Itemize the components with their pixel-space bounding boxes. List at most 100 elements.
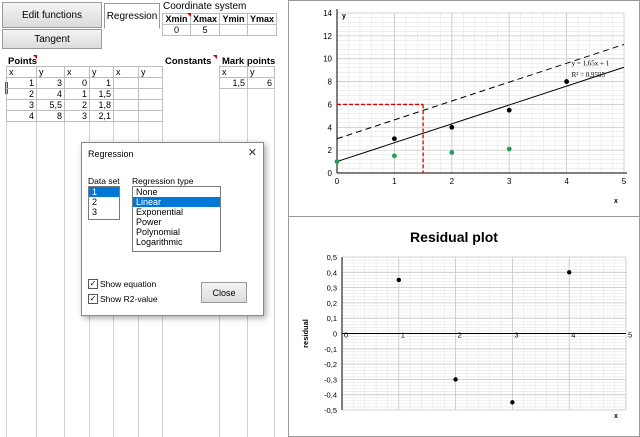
table-row: 4 8 3 2,1 — [6, 110, 163, 122]
main-chart: 141210864200 1 2 3 4 5xyy = 1,65x + 1R² = 0,9… — [323, 9, 627, 205]
col-header: y — [89, 66, 114, 78]
ymax-value[interactable] — [247, 24, 278, 36]
cell[interactable]: 2,1 — [89, 110, 114, 122]
x-tick-label: 5 — [628, 331, 632, 340]
xmax-header: Xmax — [189, 13, 221, 25]
data-set-list[interactable]: 1 2 3 — [88, 186, 120, 220]
residual-chart: Residual plot 0,5 0,4 0,3 0,2 0,1 0 -0,1 -0,2 -0,… — [301, 229, 632, 420]
cell[interactable]: 1 — [6, 77, 37, 89]
cell[interactable] — [113, 88, 139, 100]
cell[interactable]: 4 — [36, 88, 65, 100]
list-item[interactable]: Linear — [133, 197, 220, 207]
show-r2-checkbox[interactable]: ✓ — [88, 294, 98, 304]
list-item[interactable]: 2 — [89, 197, 119, 207]
ymin-header: Ymin — [219, 13, 249, 25]
y-tick-label: -0,5 — [324, 406, 337, 415]
cell[interactable] — [138, 88, 163, 100]
coordinate-system-table: Xmin Xmax Ymin Ymax 0 5 — [162, 13, 278, 36]
list-item[interactable]: Exponential — [133, 207, 220, 217]
points-table: x y x y x y 1 3 0 1 2 4 1 1,5 3 5,5 2 1,… — [6, 66, 163, 122]
regression-type-list[interactable]: None Linear Exponential Power Polynomial… — [132, 186, 221, 252]
show-equation-label: Show equation — [100, 279, 157, 289]
cell[interactable] — [138, 77, 163, 89]
cell[interactable]: 1 — [64, 88, 90, 100]
cell[interactable]: 3 — [6, 99, 37, 111]
mark-points-table: x y 1,5 6 — [219, 66, 275, 89]
cell[interactable]: 6 — [247, 77, 275, 89]
x-tick-label: 4 — [564, 177, 569, 186]
y-tick-label: 0,3 — [327, 284, 337, 293]
residual-chart-panel: Residual plot 0,5 0,4 0,3 0,2 0,1 0 -0,1 -0,2 -0,… — [288, 216, 640, 437]
points-comment-marker — [33, 55, 37, 59]
cell[interactable] — [138, 99, 163, 111]
regression-type-label: Regression type — [132, 176, 194, 186]
col-header: y — [138, 66, 163, 78]
data-point — [392, 136, 397, 142]
regression-dialog: Regression ✕ Data set 1 2 3 Regression t… — [81, 142, 264, 316]
table-row: 1 3 0 1 — [6, 77, 163, 89]
y-tick-label: -0,2 — [324, 360, 337, 369]
points-header-row: x y x y x y — [6, 66, 163, 78]
data-point — [506, 107, 512, 113]
cell[interactable]: 1 — [89, 77, 114, 89]
show-equation-checkbox[interactable]: ✓ — [88, 279, 98, 289]
list-item[interactable]: Logarithmic — [133, 237, 220, 247]
cell[interactable]: 3 — [36, 77, 65, 89]
cell[interactable] — [138, 110, 163, 122]
cell[interactable]: 2 — [64, 99, 90, 111]
x-tick-label: 3 — [514, 331, 518, 340]
table-row: 3 5,5 2 1,8 — [6, 99, 163, 111]
x-tick-label: 2 — [450, 177, 455, 186]
list-item[interactable]: None — [133, 187, 220, 197]
cell[interactable] — [113, 110, 139, 122]
data-point — [396, 277, 401, 283]
cell[interactable]: 2 — [6, 88, 37, 100]
y-tick-label: 8 — [328, 78, 333, 87]
xmax-value[interactable]: 5 — [189, 24, 221, 36]
y-tick-label: -0,4 — [324, 391, 337, 400]
ymin-value[interactable] — [219, 24, 249, 36]
data-point — [392, 153, 397, 159]
data-point — [564, 79, 569, 84]
constants-comment-marker — [213, 55, 217, 59]
cell[interactable] — [113, 77, 139, 89]
y-tick-label: 0 — [328, 169, 333, 178]
cell[interactable]: 1,5 — [219, 77, 248, 89]
y-tick-label: 10 — [323, 55, 332, 64]
chart-title: Residual plot — [410, 229, 498, 245]
table-row: 2 4 1 1,5 — [6, 88, 163, 100]
x-tick-label: 0 — [344, 331, 348, 340]
cell[interactable]: 0 — [64, 77, 90, 89]
cell[interactable]: 3 — [64, 110, 90, 122]
close-icon[interactable]: ✕ — [248, 146, 257, 159]
col-header: y — [247, 66, 275, 78]
x-axis-label: x — [614, 413, 618, 420]
data-point — [567, 270, 572, 275]
cell[interactable]: 5,5 — [36, 99, 65, 111]
x-tick-label: 4 — [571, 331, 575, 340]
xmin-comment-marker — [187, 13, 191, 17]
col-header: y — [36, 66, 65, 78]
data-point — [510, 400, 515, 405]
cell[interactable]: 8 — [36, 110, 65, 122]
cell[interactable]: 4 — [6, 110, 37, 122]
list-item[interactable]: Polynomial — [133, 227, 220, 237]
cell[interactable]: 1,5 — [89, 88, 114, 100]
list-item[interactable]: 3 — [89, 207, 119, 217]
edit-functions-button[interactable]: Edit functions — [2, 2, 102, 28]
y-tick-label: 6 — [328, 100, 333, 109]
x-tick-label: 1 — [401, 331, 405, 340]
r2-label: R² = 0,9595 — [572, 71, 606, 79]
x-tick-label: 1 — [392, 177, 397, 186]
col-header: x — [219, 66, 248, 78]
regression-tab-button[interactable]: Regression — [104, 3, 160, 29]
xmin-value[interactable]: 0 — [162, 24, 191, 36]
tangent-button[interactable]: Tangent — [2, 29, 102, 49]
cell[interactable]: 1,8 — [89, 99, 114, 111]
close-button[interactable]: Close — [201, 282, 247, 303]
list-item[interactable]: 1 — [89, 187, 119, 197]
coordinate-system-title: Coordinate system — [163, 1, 247, 12]
x-tick-label: 5 — [622, 177, 627, 186]
list-item[interactable]: Power — [133, 217, 220, 227]
cell[interactable] — [113, 99, 139, 111]
